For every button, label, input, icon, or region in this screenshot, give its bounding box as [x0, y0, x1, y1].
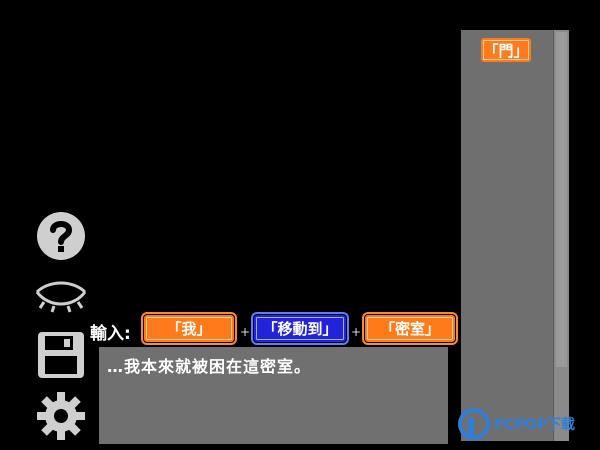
watermark-logo: PCPOP下载 [458, 408, 575, 440]
eye-icon[interactable] [34, 280, 88, 314]
gear-icon[interactable] [34, 390, 88, 442]
help-icon[interactable] [34, 210, 88, 262]
watermark-text: PCPOP下载 [494, 417, 575, 433]
inventory-scrollbar[interactable] [553, 30, 569, 441]
sentence-word-secret-room[interactable]: 「密室」 [362, 312, 458, 345]
plus-sign: + [351, 325, 362, 339]
save-icon[interactable] [34, 330, 88, 380]
input-label: 輸入: [90, 324, 131, 344]
sentence-word-move-to[interactable]: 「移動到」 [251, 312, 349, 345]
word-inventory-panel: 「門」 [461, 30, 569, 441]
dialogue-box: …我本來就被困在這密室。 [99, 347, 448, 444]
plus-sign: + [240, 325, 251, 339]
inventory-word-door[interactable]: 「門」 [481, 38, 531, 62]
inventory-scrollbar-thumb[interactable] [556, 32, 567, 367]
sentence-word-me[interactable]: 「我」 [141, 312, 237, 345]
dialogue-text: …我本來就被困在這密室。 [107, 357, 312, 376]
pcpop-logo-icon [458, 408, 490, 440]
